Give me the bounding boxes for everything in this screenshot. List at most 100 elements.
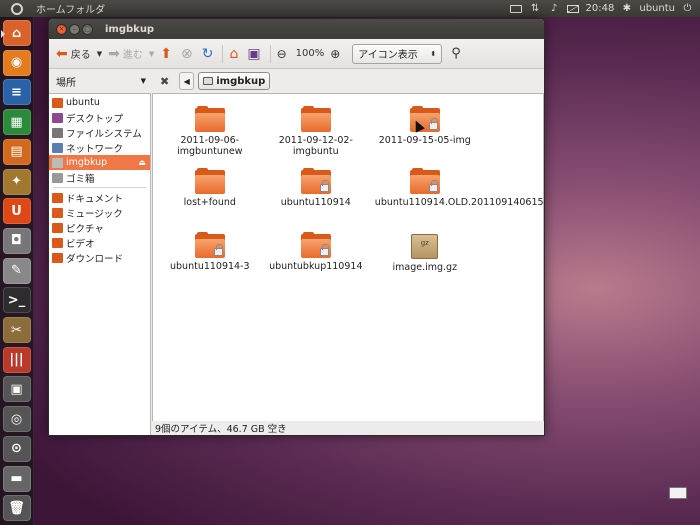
search-button[interactable]: ⚲ (448, 43, 467, 65)
home-button[interactable]: ⌂ (226, 43, 244, 65)
sidebar-item-label: ファイルシステム (66, 128, 142, 140)
folder-item[interactable]: ubuntu110914 (266, 168, 366, 208)
lock-icon (213, 244, 223, 256)
music-folder-icon (52, 207, 63, 218)
documents-folder-icon (52, 192, 63, 203)
clock[interactable]: 20:48 (586, 3, 615, 14)
folder-item[interactable]: 2011-09-15-05-img (375, 106, 475, 146)
view-mode-select[interactable]: アイコン表示 ⬍ (352, 43, 443, 64)
forward-label: 進む (122, 50, 143, 61)
camera-launcher-icon[interactable]: ◘ (2, 227, 31, 254)
trash-launcher-icon[interactable]: 🗑 (2, 495, 31, 522)
breadcrumb[interactable]: imgbkup (198, 72, 271, 90)
toolbar-separator (269, 44, 271, 63)
sidebar-item[interactable]: ubuntu (49, 95, 150, 110)
zoom-in-icon: ⊕ (330, 46, 341, 61)
firefox-launcher-icon[interactable]: ◉ (2, 49, 31, 76)
filesystem-icon (52, 127, 63, 138)
pencils-launcher-icon[interactable]: ||| (2, 346, 31, 373)
sidebar-item[interactable]: imgbkup ⏏ (49, 155, 150, 170)
sidebar-item[interactable]: ミュージック (49, 205, 150, 220)
close-button[interactable]: × (56, 23, 67, 35)
sidebar-item[interactable]: ドキュメント (49, 190, 150, 205)
folder-item[interactable]: lost+found (160, 168, 260, 208)
up-button[interactable]: ⬆ (157, 43, 178, 65)
toolbar: ⬅ 戻る ▼ ➡ 進む ▼ ⬆ ⊗ ↻ ⌂ ▣ ⊖ 100% ⊕ アイコン表示 ⬍ ⚲ (49, 39, 544, 69)
user-name[interactable]: ubuntu (639, 3, 675, 14)
user-icon[interactable]: ✱ (620, 3, 633, 14)
folder-icon (300, 106, 331, 132)
file-manager-window: × – □ imgbkup ⬅ 戻る ▼ ➡ 進む ▼ ⬆ ⊗ ↻ ⌂ ▣ ⊖ 100%… (48, 18, 545, 436)
drive-icon (52, 157, 63, 168)
volume-icon[interactable]: ♪ (548, 3, 561, 14)
ubuntu-logo-icon[interactable] (0, 0, 34, 17)
power-icon[interactable]: ⏻ (681, 3, 694, 14)
folder-item[interactable]: ubuntubkup110914 (266, 232, 366, 272)
maximize-button[interactable]: □ (82, 23, 93, 35)
reload-button[interactable]: ↻ (199, 43, 220, 65)
back-button[interactable]: ⬅ 戻る ▼ (53, 43, 105, 65)
sidebar-item[interactable]: デスクトップ (49, 110, 150, 125)
sidebar-item[interactable]: ネットワーク (49, 140, 150, 155)
sidebar-item[interactable]: ダウンロード (49, 250, 150, 265)
file-label: image.img.gz (392, 262, 458, 273)
folder-icon (409, 168, 440, 194)
window-body: ubuntu デスクトップファイルシステム ネットワーク imgbkup ⏏ ゴミ箱ドキュ… (49, 93, 544, 435)
folder-icon (194, 232, 225, 258)
eject-icon[interactable]: ⏏ (138, 158, 146, 167)
text-editor-launcher-icon[interactable]: ✎ (2, 257, 31, 284)
places-selector[interactable]: 場所 ▼ (49, 74, 152, 89)
file-label: ubuntu110914.OLD.20110914061527 (374, 197, 545, 208)
computer-button[interactable]: ▣ (244, 43, 266, 65)
folder-icon (300, 168, 331, 194)
sidebar-item-label: imgbkup (66, 157, 108, 168)
folder-item[interactable]: ubuntu110914-3 (160, 232, 260, 272)
folder-icon (300, 232, 331, 258)
sidebar-item-label: ダウンロード (66, 253, 124, 265)
sidebar-item-label: ピクチャ (66, 223, 104, 235)
software-center-launcher-icon[interactable]: ✦ (2, 168, 31, 195)
sidebar-item[interactable]: ピクチャ (49, 220, 150, 235)
file-label: 2011-09-12-02-imgbuntu (278, 135, 353, 157)
drive-launcher-icon[interactable]: ▬ (2, 465, 31, 492)
top-panel: ホームフォルダ ⇅ ♪ 20:48 ✱ ubuntu ⏻ (0, 0, 700, 17)
file-item[interactable]: gz image.img.gz (375, 234, 475, 273)
search-launcher-icon[interactable]: ⊙ (2, 435, 31, 462)
view-mode-value: アイコン表示 (358, 50, 418, 61)
mail-icon[interactable] (567, 3, 580, 14)
forward-button[interactable]: ➡ 進む ▼ (105, 43, 157, 65)
system-monitor-launcher-icon[interactable]: ▣ (2, 376, 31, 403)
window-titlebar[interactable]: × – □ imgbkup (49, 19, 544, 39)
sidebar-separator (53, 187, 146, 188)
breadcrumb-back-button[interactable]: ◀ (179, 72, 195, 90)
sidebar-item-label: ubuntu (66, 97, 100, 108)
zoom-out-button[interactable]: ⊖ (274, 43, 293, 65)
workspace-switcher-launcher-icon[interactable]: ◎ (2, 406, 31, 433)
sidebar-item[interactable]: ゴミ箱 (49, 170, 150, 185)
folder-item[interactable]: 2011-09-12-02-imgbuntu (266, 106, 366, 157)
impress-launcher-icon[interactable]: ▤ (2, 138, 31, 165)
folder-item[interactable]: ubuntu110914.OLD.20110914061527 (374, 168, 545, 208)
writer-launcher-icon[interactable]: ≡ (2, 79, 31, 106)
home-folder-launcher-icon[interactable]: ⌂ (2, 20, 31, 47)
sidebar-item[interactable]: ビデオ (49, 235, 150, 250)
notification-icon[interactable] (669, 487, 687, 499)
network-icon[interactable]: ⇅ (529, 3, 542, 14)
stop-button[interactable]: ⊗ (178, 43, 199, 65)
folder-item[interactable]: 2011-09-06-imgbuntunew (160, 106, 260, 157)
pictures-folder-icon (52, 222, 63, 233)
keyboard-icon[interactable] (510, 3, 523, 14)
file-label: ubuntu110914-3 (170, 261, 250, 272)
settings-launcher-icon[interactable]: ✂ (2, 317, 31, 344)
sidebar-item[interactable]: ファイルシステム (49, 125, 150, 140)
network-icon (52, 142, 63, 153)
home-icon (52, 97, 63, 108)
back-arrow-icon: ⬅ (56, 45, 68, 62)
close-sidebar-icon[interactable]: ✖ (160, 75, 169, 88)
minimize-button[interactable]: – (69, 23, 80, 35)
terminal-launcher-icon[interactable]: >_ (2, 287, 31, 314)
zoom-in-button[interactable]: ⊕ (327, 43, 346, 65)
ubuntu-one-launcher-icon[interactable]: U (2, 198, 31, 225)
sidebar-item-label: ネットワーク (66, 143, 124, 155)
calc-launcher-icon[interactable]: ▦ (2, 109, 31, 136)
